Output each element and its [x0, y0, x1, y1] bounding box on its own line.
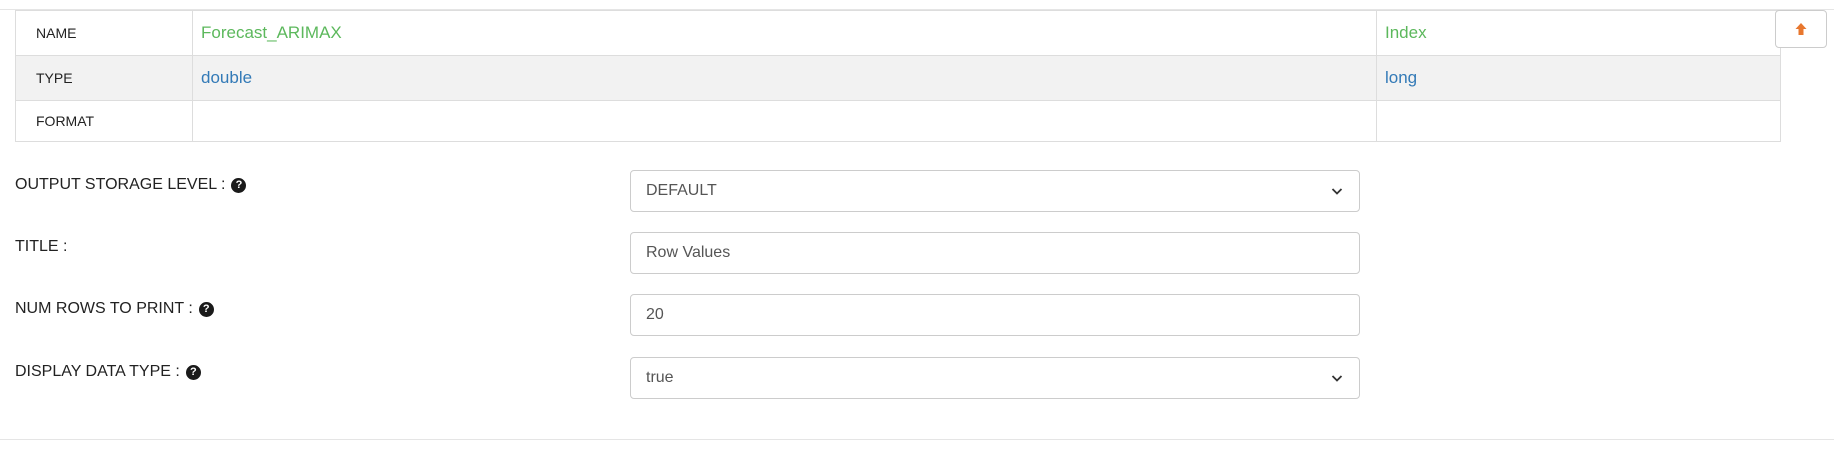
row-label-type: TYPE: [15, 55, 193, 101]
table-row: NAME Forecast_ARIMAX Index: [15, 10, 1781, 56]
schema-table: NAME Forecast_ARIMAX Index TYPE double l…: [15, 10, 1781, 142]
output-storage-level-value: DEFAULT: [646, 182, 717, 199]
table-cell: long: [1376, 55, 1781, 101]
column-type-value: double: [201, 68, 253, 87]
question-circle-icon[interactable]: ?: [198, 301, 214, 317]
chevron-down-icon: [1331, 188, 1343, 195]
row-label-format: FORMAT: [15, 100, 193, 142]
scroll-to-top-button[interactable]: [1775, 10, 1827, 48]
table-row: TYPE double long: [15, 55, 1781, 101]
table-row: FORMAT: [15, 100, 1781, 142]
output-storage-level-label: OUTPUT STORAGE LEVEL : ?: [15, 176, 247, 194]
page: NAME Forecast_ARIMAX Index TYPE double l…: [0, 0, 1834, 450]
num-rows-to-print-input[interactable]: [630, 294, 1360, 336]
table-cell: [192, 100, 1377, 142]
table-cell: double: [192, 55, 1377, 101]
num-rows-to-print-label: NUM ROWS TO PRINT : ?: [15, 300, 214, 318]
column-type-value: long: [1385, 68, 1418, 87]
title-input[interactable]: [630, 232, 1360, 274]
table-cell: Forecast_ARIMAX: [192, 10, 1377, 56]
display-data-type-value: true: [646, 369, 674, 386]
display-data-type-label: DISPLAY DATA TYPE : ?: [15, 363, 201, 381]
chevron-down-icon: [1331, 375, 1343, 382]
table-cell: [1376, 100, 1781, 142]
title-row: TITLE :: [15, 232, 1361, 276]
bottom-divider: [0, 439, 1834, 440]
title-label: TITLE :: [15, 238, 67, 256]
num-rows-to-print-row: NUM ROWS TO PRINT : ?: [15, 294, 1361, 338]
display-data-type-select[interactable]: true: [630, 357, 1360, 399]
column-name-value: Index: [1385, 23, 1427, 42]
display-data-type-label-text: DISPLAY DATA TYPE :: [15, 363, 180, 380]
question-circle-icon[interactable]: ?: [185, 364, 201, 380]
table-cell: Index: [1376, 10, 1781, 56]
column-name-value: Forecast_ARIMAX: [201, 23, 342, 42]
question-circle-icon[interactable]: ?: [231, 177, 247, 193]
title-label-text: TITLE :: [15, 238, 68, 255]
arrow-up-icon: [1795, 23, 1807, 35]
output-storage-level-row: OUTPUT STORAGE LEVEL : ? DEFAULT: [15, 170, 1361, 214]
num-rows-to-print-label-text: NUM ROWS TO PRINT :: [15, 300, 193, 317]
display-data-type-row: DISPLAY DATA TYPE : ? true: [15, 357, 1361, 401]
output-storage-level-label-text: OUTPUT STORAGE LEVEL :: [15, 176, 226, 193]
output-storage-level-select[interactable]: DEFAULT: [630, 170, 1360, 212]
row-label-name: NAME: [15, 10, 193, 56]
